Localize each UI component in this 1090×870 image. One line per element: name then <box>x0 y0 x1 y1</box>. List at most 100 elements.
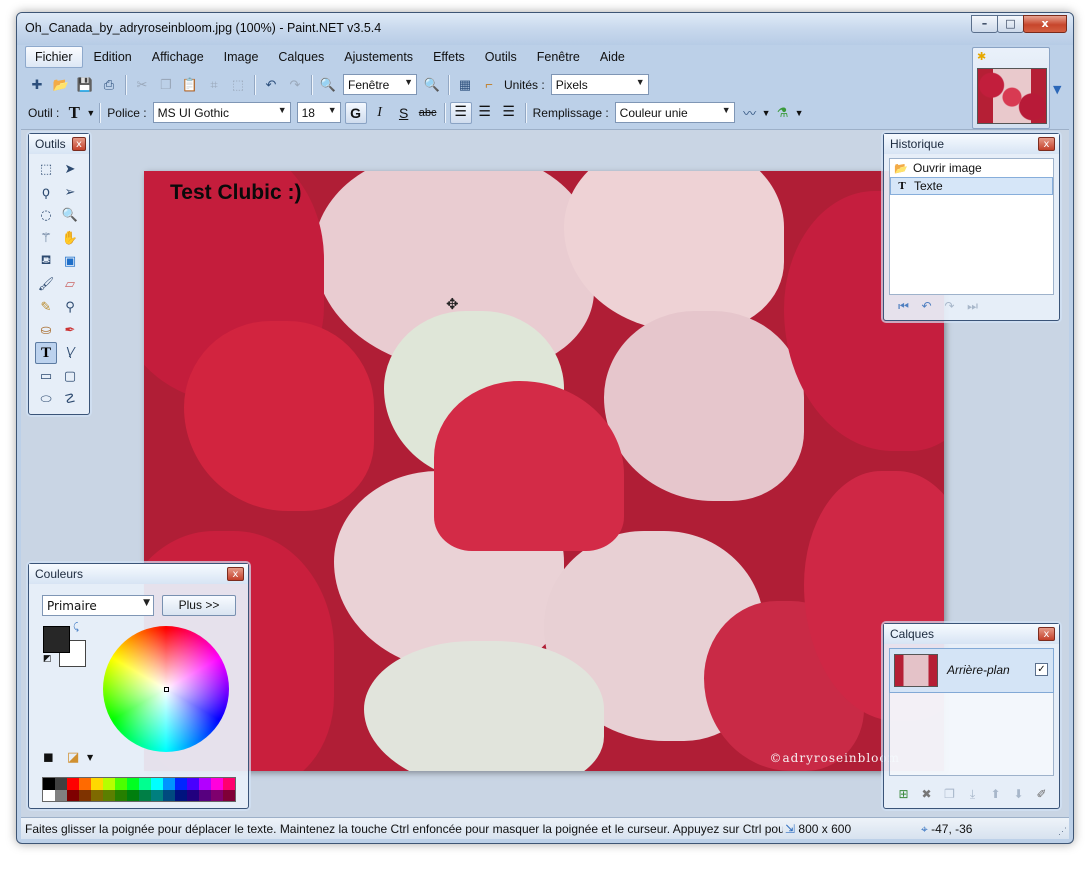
layer-visibility-checkbox[interactable]: ✓ <box>1035 663 1048 676</box>
rounded-rectangle-icon[interactable]: ▢ <box>59 365 81 387</box>
image-tab-thumbnail[interactable]: ✱ <box>972 47 1050 129</box>
paint-bucket-icon[interactable]: ⛾ <box>35 250 57 272</box>
chevron-down-icon[interactable]: ▼ <box>795 108 804 118</box>
history-last-icon[interactable]: ⏭ <box>961 299 984 314</box>
grid-icon[interactable]: ▦ <box>454 74 476 96</box>
layers-panel-title[interactable]: Calques <box>884 624 1059 644</box>
menu-edition[interactable]: Edition <box>85 47 141 67</box>
save-icon[interactable]: 💾 <box>74 74 96 96</box>
text-tool-icon[interactable]: T <box>63 102 85 124</box>
move-selected-icon[interactable]: ➤ <box>59 158 81 180</box>
color-palette[interactable] <box>42 777 236 802</box>
menu-outils[interactable]: Outils <box>476 47 526 67</box>
rectangle-icon[interactable]: ▭ <box>35 365 57 387</box>
rect-select-icon[interactable]: ⬚ <box>35 158 57 180</box>
undo-icon[interactable]: ↶ <box>260 74 282 96</box>
maximize-button[interactable]: □ <box>997 15 1024 33</box>
print-icon[interactable]: ⎙ <box>98 74 120 96</box>
ruler-icon[interactable]: ⌐ <box>478 74 500 96</box>
menu-fenetre[interactable]: Fenêtre <box>528 47 589 67</box>
tools-panel-close-icon[interactable]: x <box>72 137 86 151</box>
history-first-icon[interactable]: ⏮ <box>892 299 915 314</box>
line-curve-icon[interactable]: \⁄ <box>59 342 81 364</box>
align-right-icon[interactable]: ☰ <box>498 102 520 124</box>
minimize-button[interactable]: – <box>971 15 998 33</box>
clone-stamp-icon[interactable]: ⛀ <box>35 319 57 341</box>
redo-icon[interactable]: ↷ <box>284 74 306 96</box>
zoom-combo[interactable]: Fenêtre ▼ <box>343 74 417 95</box>
colors-panel-close-icon[interactable]: x <box>227 567 244 581</box>
swap-colors-icon[interactable]: ⤹ <box>73 622 79 633</box>
eraser-icon[interactable]: ▱ <box>59 273 81 295</box>
history-panel-close-icon[interactable]: x <box>1038 137 1055 151</box>
align-left-icon[interactable]: ☰ <box>449 101 472 124</box>
paintbrush-icon[interactable]: 🖌 <box>35 273 57 295</box>
magic-wand-icon[interactable]: ⚚ <box>35 227 57 249</box>
align-center-icon[interactable]: ☰ <box>474 102 496 124</box>
menu-image[interactable]: Image <box>215 47 268 67</box>
deselect-icon[interactable]: ⬚ <box>227 74 249 96</box>
chevron-down-icon[interactable]: ▼ <box>762 108 771 118</box>
move-selection-icon[interactable]: ➢ <box>59 181 81 203</box>
menu-fichier[interactable]: Fichier <box>25 46 83 68</box>
add-layer-icon[interactable]: ⊞ <box>892 787 915 802</box>
history-panel-title[interactable]: Historique <box>884 134 1059 154</box>
merge-layer-icon[interactable]: ⤓ <box>961 787 984 802</box>
recolor-icon[interactable]: ✒ <box>59 319 81 341</box>
strikethrough-button[interactable]: abc <box>417 102 439 124</box>
units-combo[interactable]: Pixels ▼ <box>550 74 649 95</box>
cut-icon[interactable]: ✂ <box>131 74 153 96</box>
menu-ajustements[interactable]: Ajustements <box>335 47 422 67</box>
more-colors-button[interactable]: Plus >> <box>162 595 236 616</box>
ellipse-select-icon[interactable]: ◌ <box>35 204 57 226</box>
canvas-text-overlay[interactable]: Test Clubic :) <box>170 181 301 205</box>
menu-effets[interactable]: Effets <box>424 47 474 67</box>
layer-row[interactable]: Arrière-plan ✓ <box>889 648 1054 693</box>
font-size-combo[interactable]: 18 ▼ <box>296 102 341 123</box>
history-redo-icon[interactable]: ↷ <box>938 299 961 314</box>
menu-calques[interactable]: Calques <box>269 47 333 67</box>
underline-button[interactable]: S <box>393 102 415 124</box>
title-bar[interactable]: Oh_Canada_by_adryroseinbloom.jpg (100%) … <box>17 13 1073 45</box>
freeform-shape-icon[interactable]: ☡ <box>59 388 81 410</box>
history-undo-icon[interactable]: ↶ <box>915 299 938 314</box>
layer-properties-icon[interactable]: ✐ <box>1030 787 1053 802</box>
move-layer-up-icon[interactable]: ⬆ <box>984 787 1007 802</box>
zoom-out-icon[interactable]: 🔍 <box>317 74 339 96</box>
canvas-image[interactable]: Test Clubic :) ✥ ©adryroseinbloom <box>144 171 944 771</box>
history-item-open[interactable]: 📂 Ouvrir image <box>890 159 1053 177</box>
reset-colors-icon[interactable]: ◩ <box>43 654 52 664</box>
color-mode-combo[interactable]: Primaire ▼ <box>42 595 154 616</box>
chevron-down-icon[interactable]: ▼ <box>86 108 95 118</box>
text-tool-icon[interactable]: T <box>35 342 57 364</box>
color-picker-icon[interactable]: ⚲ <box>59 296 81 318</box>
zoom-in-icon[interactable]: 🔍 <box>421 74 443 96</box>
delete-layer-icon[interactable]: ✖ <box>915 787 938 802</box>
pan-icon[interactable]: ✋ <box>59 227 81 249</box>
zoom-icon[interactable]: 🔍 <box>59 204 81 226</box>
palette-menu-icon[interactable]: ◪ <box>67 750 79 765</box>
history-item-text[interactable]: T Texte <box>890 177 1053 195</box>
move-layer-down-icon[interactable]: ⬇ <box>1007 787 1030 802</box>
font-combo[interactable]: MS UI Gothic ▼ <box>152 102 291 123</box>
gradient-icon[interactable]: ▣ <box>59 250 81 272</box>
color-wheel-marker[interactable] <box>164 687 169 692</box>
colors-panel-title[interactable]: Couleurs <box>29 564 248 584</box>
antialiasing-icon[interactable]: 〰 <box>739 102 761 124</box>
lasso-select-icon[interactable]: ϙ <box>35 181 57 203</box>
color-wheel[interactable] <box>103 626 229 752</box>
menu-affichage[interactable]: Affichage <box>143 47 213 67</box>
crop-icon[interactable]: ⌗ <box>203 74 225 96</box>
move-handle-icon[interactable]: ✥ <box>446 295 459 313</box>
tab-list-chevron-icon[interactable]: ▼ <box>1053 83 1061 96</box>
menu-aide[interactable]: Aide <box>591 47 634 67</box>
add-to-palette-icon[interactable]: ◼ <box>43 750 54 765</box>
close-button[interactable]: x <box>1023 15 1067 33</box>
duplicate-layer-icon[interactable]: ❐ <box>938 787 961 802</box>
italic-button[interactable]: I <box>369 102 391 124</box>
fill-combo[interactable]: Couleur unie ▼ <box>614 102 735 123</box>
open-folder-icon[interactable]: 📂 <box>50 74 72 96</box>
resize-grip-icon[interactable]: ⋰ <box>1058 826 1067 837</box>
chevron-down-icon[interactable]: ▼ <box>87 753 93 762</box>
paste-icon[interactable]: 📋 <box>179 74 201 96</box>
